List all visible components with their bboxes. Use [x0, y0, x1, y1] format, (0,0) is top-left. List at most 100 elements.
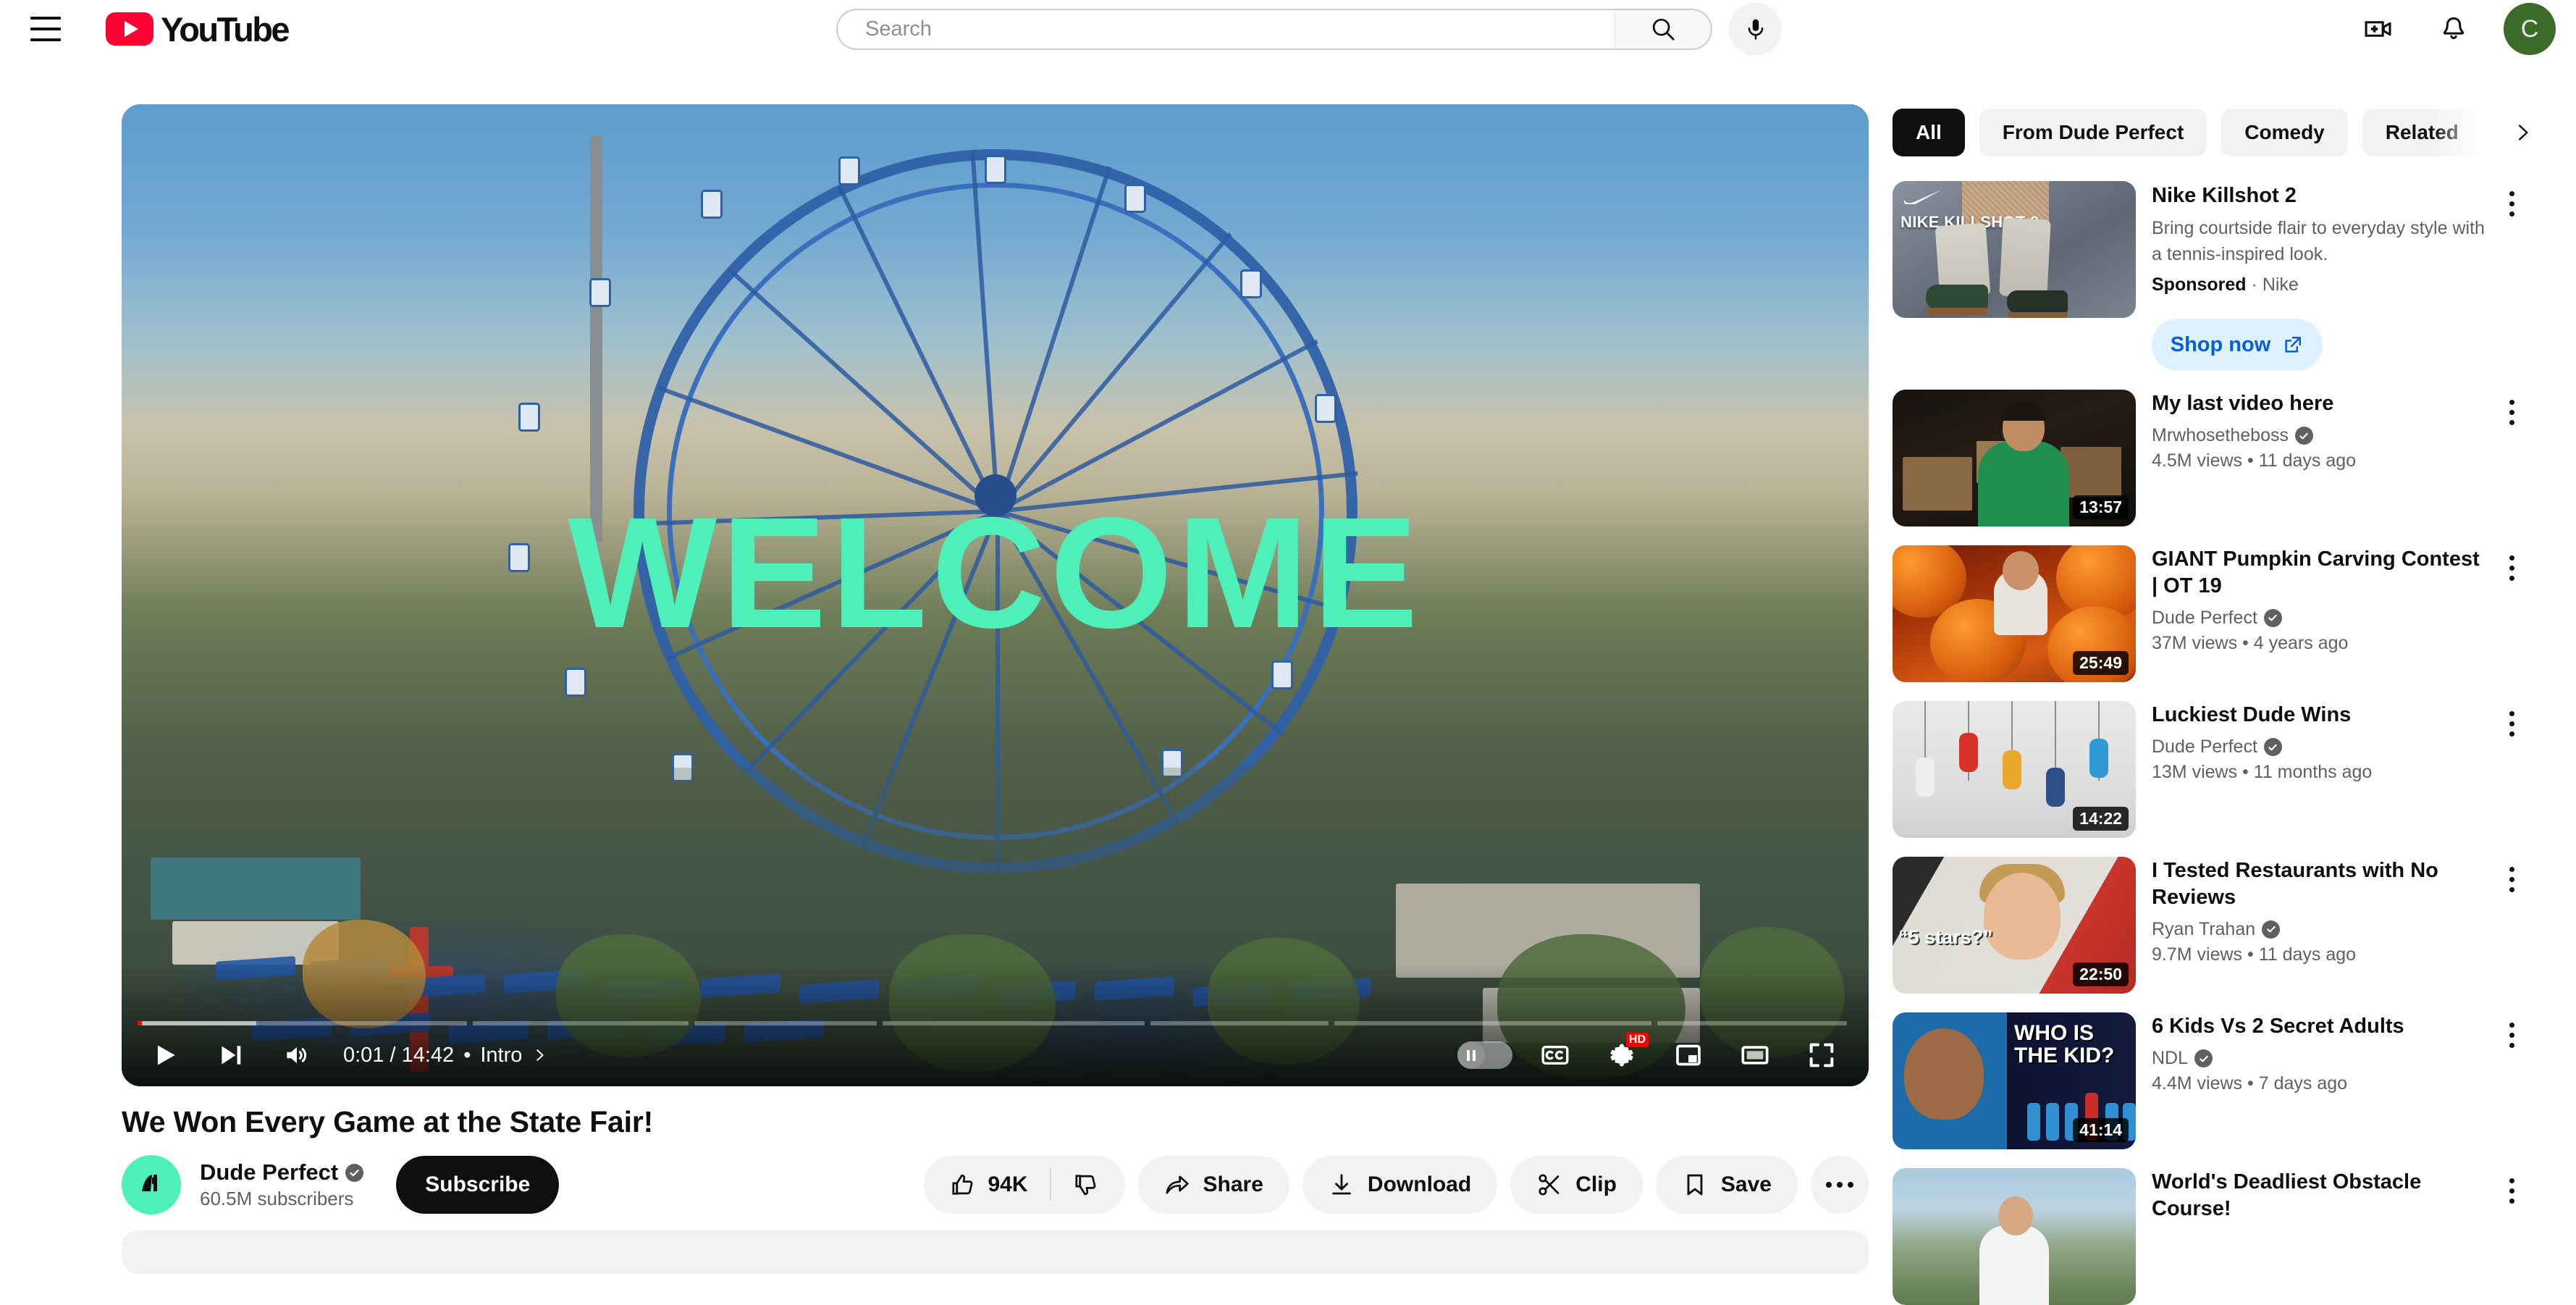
list-item[interactable]: 13:57 My last video here Mrwhosetheboss … [1893, 390, 2533, 526]
play-icon [152, 1041, 180, 1069]
subscriber-count: 60.5M subscribers [200, 1188, 363, 1210]
video-player[interactable]: WELCOME [122, 104, 1869, 1086]
video-channel[interactable]: Ryan Trahan [2152, 919, 2491, 940]
theater-mode-button[interactable] [1724, 1024, 1786, 1086]
video-views: 9.7M views [2152, 944, 2242, 965]
next-video-button[interactable] [200, 1024, 262, 1086]
video-title[interactable]: World's Deadliest Obstacle Course! [2152, 1169, 2491, 1222]
ad-description: Bring courtside flair to everyday style … [2152, 216, 2491, 267]
more-actions-button[interactable] [1811, 1156, 1869, 1214]
nike-swoosh-icon [1903, 188, 1943, 204]
video-stats: 4.4M views • 7 days ago [2152, 1073, 2491, 1094]
hamburger-icon[interactable] [13, 0, 78, 62]
notifications-button[interactable] [2424, 0, 2483, 59]
youtube-play-badge-icon [106, 12, 153, 46]
share-button[interactable]: Share [1138, 1156, 1289, 1214]
voice-search-button[interactable] [1729, 3, 1782, 56]
video-channel-name: Dude Perfect [2152, 737, 2257, 758]
settings-button[interactable]: HD [1591, 1024, 1653, 1086]
dislike-button[interactable] [1051, 1172, 1125, 1198]
chip-all[interactable]: All [1893, 109, 1965, 156]
chip-comedy[interactable]: Comedy [2221, 109, 2347, 156]
video-channel[interactable]: Dude Perfect [2152, 737, 2491, 758]
scissors-icon [1536, 1172, 1562, 1198]
video-age: 4 years ago [2254, 633, 2349, 653]
video-title[interactable]: GIANT Pumpkin Carving Contest | OT 19 [2152, 546, 2491, 600]
download-button[interactable]: Download [1302, 1156, 1497, 1214]
chip-from-dude-perfect[interactable]: From Dude Perfect [1979, 109, 2207, 156]
video-duration: 13:57 [2073, 495, 2129, 519]
list-item[interactable]: “5 stars?” 22:50 I Tested Restaurants wi… [1893, 857, 2533, 994]
captions-button[interactable] [1524, 1024, 1586, 1086]
youtube-logo[interactable]: YouTube [106, 9, 288, 49]
chips-next-button[interactable] [2501, 109, 2533, 156]
video-title[interactable]: My last video here [2152, 390, 2491, 417]
video-owner-row: Dude Perfect 60.5M subscribers Subscribe… [122, 1155, 1869, 1214]
video-thumbnail[interactable]: 14:22 [1893, 701, 2136, 838]
volume-icon [282, 1041, 310, 1069]
save-label: Save [1721, 1172, 1772, 1197]
video-thumbnail[interactable]: 25:49 [1893, 545, 2136, 682]
verified-badge-icon [2295, 427, 2313, 445]
autoplay-toggle[interactable] [1457, 1041, 1512, 1069]
play-button[interactable] [135, 1024, 197, 1086]
volume-button[interactable] [265, 1024, 327, 1086]
miniplayer-button[interactable] [1657, 1024, 1720, 1086]
video-kebab-menu-icon[interactable] [2491, 702, 2533, 744]
video-duration: 22:50 [2073, 962, 2129, 986]
channel-name[interactable]: Dude Perfect [200, 1159, 338, 1186]
video-thumbnail[interactable] [1893, 1168, 2136, 1305]
ad-title[interactable]: Nike Killshot 2 [2152, 182, 2491, 209]
chip-related[interactable]: Related [2362, 109, 2482, 156]
ad-separator: · [2252, 274, 2257, 295]
thumbnail-overlay-text: “5 stars?” [1898, 926, 1993, 949]
video-thumbnail[interactable]: WHO IS THE KID? 41:14 [1893, 1012, 2136, 1149]
search-area [836, 0, 1782, 58]
video-title[interactable]: I Tested Restaurants with No Reviews [2152, 857, 2491, 911]
list-item[interactable]: WHO IS THE KID? 41:14 6 Kids Vs 2 Secret… [1893, 1012, 2533, 1149]
video-duration: 41:14 [2073, 1118, 2129, 1142]
shop-now-button[interactable]: Shop now [2152, 319, 2323, 371]
like-button[interactable]: 94K [924, 1172, 1049, 1198]
search-button[interactable] [1615, 9, 1712, 50]
chapter-label[interactable]: Intro [480, 1044, 522, 1067]
list-item[interactable]: 14:22 Luckiest Dude Wins Dude Perfect 13… [1893, 701, 2533, 838]
video-title[interactable]: 6 Kids Vs 2 Secret Adults [2152, 1013, 2491, 1040]
ad-kebab-menu-icon[interactable] [2491, 182, 2533, 225]
search-input[interactable] [865, 17, 1615, 41]
video-kebab-menu-icon[interactable] [2491, 1170, 2533, 1212]
save-button[interactable]: Save [1656, 1156, 1798, 1214]
search-box[interactable] [836, 9, 1615, 50]
video-channel[interactable]: Mrwhosetheboss [2152, 425, 2491, 446]
video-thumbnail[interactable]: 13:57 [1893, 390, 2136, 526]
video-kebab-menu-icon[interactable] [2491, 547, 2533, 589]
list-item[interactable]: World's Deadliest Obstacle Course! [1893, 1168, 2533, 1305]
channel-avatar[interactable] [122, 1155, 181, 1214]
video-title: We Won Every Game at the State Fair! [122, 1105, 1869, 1139]
video-description-box[interactable] [122, 1230, 1869, 1274]
video-age: 11 days ago [2259, 944, 2356, 965]
video-channel-name: NDL [2152, 1048, 2188, 1069]
list-item[interactable]: 25:49 GIANT Pumpkin Carving Contest | OT… [1893, 545, 2533, 682]
video-kebab-menu-icon[interactable] [2491, 1014, 2533, 1056]
verified-badge-icon [2264, 738, 2282, 756]
ad-thumbnail[interactable]: NIKE KILLSHOT 2 [1893, 181, 2136, 318]
main-column: WELCOME [122, 104, 1869, 1274]
video-thumbnail[interactable]: “5 stars?” 22:50 [1893, 857, 2136, 994]
video-channel[interactable]: Dude Perfect [2152, 608, 2491, 629]
video-kebab-menu-icon[interactable] [2491, 391, 2533, 433]
video-info: I Tested Restaurants with No Reviews Rya… [2152, 857, 2533, 994]
video-kebab-menu-icon[interactable] [2491, 858, 2533, 900]
avatar[interactable]: C [2504, 3, 2556, 55]
create-video-button[interactable] [2349, 0, 2408, 59]
bookmark-icon [1682, 1172, 1708, 1198]
sponsored-ad-card[interactable]: NIKE KILLSHOT 2 Nike Killshot 2 Bring co… [1893, 181, 2533, 371]
subscribe-button[interactable]: Subscribe [396, 1156, 559, 1214]
chevron-right-icon[interactable] [531, 1047, 547, 1063]
video-title[interactable]: Luckiest Dude Wins [2152, 702, 2491, 729]
video-channel[interactable]: NDL [2152, 1048, 2491, 1069]
fullscreen-button[interactable] [1790, 1024, 1853, 1086]
clip-button[interactable]: Clip [1510, 1156, 1643, 1214]
dude-perfect-logo-icon [135, 1168, 168, 1201]
ad-body: Nike Killshot 2 Bring courtside flair to… [2152, 181, 2533, 371]
